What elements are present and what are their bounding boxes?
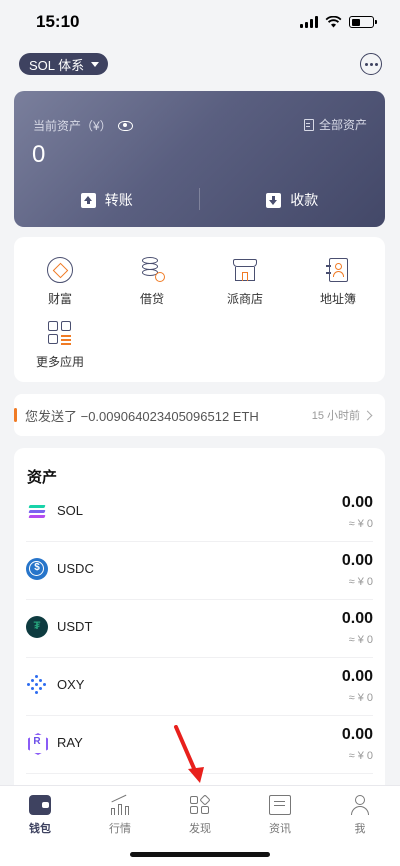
token-amount: 0.00 [341,726,373,743]
oxy-icon [26,674,48,696]
app-shop[interactable]: 派商店 [199,257,291,307]
top-bar: SOL 体系 [19,52,382,76]
asset-value: 0 [32,141,46,168]
wealth-icon [47,257,73,283]
person-icon [349,795,371,815]
app-label: 借贷 [139,292,164,306]
more-apps-icon [47,320,73,346]
app-label: 派商店 [226,292,263,306]
app-more[interactable]: 更多应用 [14,320,106,370]
receive-button[interactable]: 收款 [200,188,386,212]
upload-arrow-icon [80,192,96,208]
token-name: SOL [57,503,84,518]
usdc-icon: $ [26,558,48,580]
apps-card: 财富 借贷 派商店 地址簿 更多应用 [14,237,385,382]
tab-label: 资讯 [269,823,291,835]
more-dots-icon[interactable] [360,53,382,75]
all-assets-link[interactable]: 全部资产 [303,116,367,133]
app-loan[interactable]: 借贷 [106,257,198,307]
app-address-book[interactable]: 地址簿 [292,257,384,307]
token-name: USDC [57,561,94,576]
chart-icon [109,794,131,815]
tab-discover[interactable]: 发现 [160,794,240,836]
caret-down-icon [91,61,100,67]
token-amount: 0.00 [341,552,373,569]
token-name: OXY [57,677,85,692]
news-icon [269,795,291,815]
notice-text: 您发送了 −0.009064023405096512 ETH [25,408,259,424]
battery-icon [349,16,377,28]
tab-label: 行情 [109,823,131,835]
tab-news[interactable]: 资讯 [240,795,320,836]
status-bar: 15:10 [0,0,400,44]
token-fiat: ≈ ¥ 0 [348,634,373,646]
status-time: 15:10 [36,12,80,31]
token-row-usdt[interactable]: ₮ USDT 0.00 ≈ ¥ 0 [26,600,373,658]
chain-label: SOL 体系 [29,57,85,73]
signal-icon [300,16,318,28]
asset-label: 当前资产（¥） [33,117,133,134]
shop-icon [232,257,258,283]
token-name: RAY [57,735,83,750]
loan-icon [139,257,165,283]
receive-label: 收款 [290,192,319,208]
token-row-ray[interactable]: R RAY 0.00 ≈ ¥ 0 [26,716,373,774]
token-amount: 0.00 [341,610,373,627]
assets-list: 资产 SOL 0.00 ≈ ¥ 0 $ USDC 0.00 ≈ ¥ 0 ₮ US… [14,448,385,788]
wifi-icon [325,16,342,28]
discover-icon [189,794,211,815]
notice-time: 15 小时前 [311,410,360,422]
address-book-icon [325,257,351,283]
transaction-notice[interactable]: 您发送了 −0.009064023405096512 ETH 15 小时前 [14,394,385,436]
tab-label: 发现 [189,823,211,835]
token-row-sol[interactable]: SOL 0.00 ≈ ¥ 0 [26,484,373,542]
card-actions: 转账 收款 [14,188,385,212]
app-label: 更多应用 [35,355,84,369]
status-icons [300,16,377,28]
notice-accent-bar [14,408,17,422]
token-amount: 0.00 [341,668,373,685]
wallet-icon [29,795,51,815]
all-assets-label: 全部资产 [318,118,367,132]
ray-icon: R [26,732,48,754]
token-name: USDT [57,619,93,634]
token-amount: 0.00 [341,494,373,511]
asset-label-text: 当前资产（¥） [33,119,112,133]
token-fiat: ≈ ¥ 0 [348,518,373,530]
asset-card: 当前资产（¥） 全部资产 0 转账 收款 [14,91,385,227]
app-label: 地址簿 [319,292,356,306]
eye-icon[interactable] [117,120,133,131]
chevron-right-icon [362,410,373,420]
token-fiat: ≈ ¥ 0 [348,750,373,762]
transfer-button[interactable]: 转账 [14,188,200,212]
home-indicator[interactable] [130,852,270,857]
usdt-icon: ₮ [26,616,48,638]
tab-label: 钱包 [29,823,51,835]
sol-icon [26,500,48,522]
token-row-oxy[interactable]: OXY 0.00 ≈ ¥ 0 [26,658,373,716]
app-wealth[interactable]: 财富 [14,257,106,307]
download-arrow-icon [266,192,282,208]
token-fiat: ≈ ¥ 0 [348,576,373,588]
token-fiat: ≈ ¥ 0 [348,692,373,704]
chain-selector[interactable]: SOL 体系 [19,53,109,75]
tab-label: 我 [354,823,366,835]
document-icon [303,118,314,131]
transfer-label: 转账 [104,192,133,208]
tab-market[interactable]: 行情 [80,794,160,836]
token-row-usdc[interactable]: $ USDC 0.00 ≈ ¥ 0 [26,542,373,600]
tab-me[interactable]: 我 [320,795,400,836]
tab-wallet[interactable]: 钱包 [0,795,80,836]
app-label: 财富 [47,292,72,306]
